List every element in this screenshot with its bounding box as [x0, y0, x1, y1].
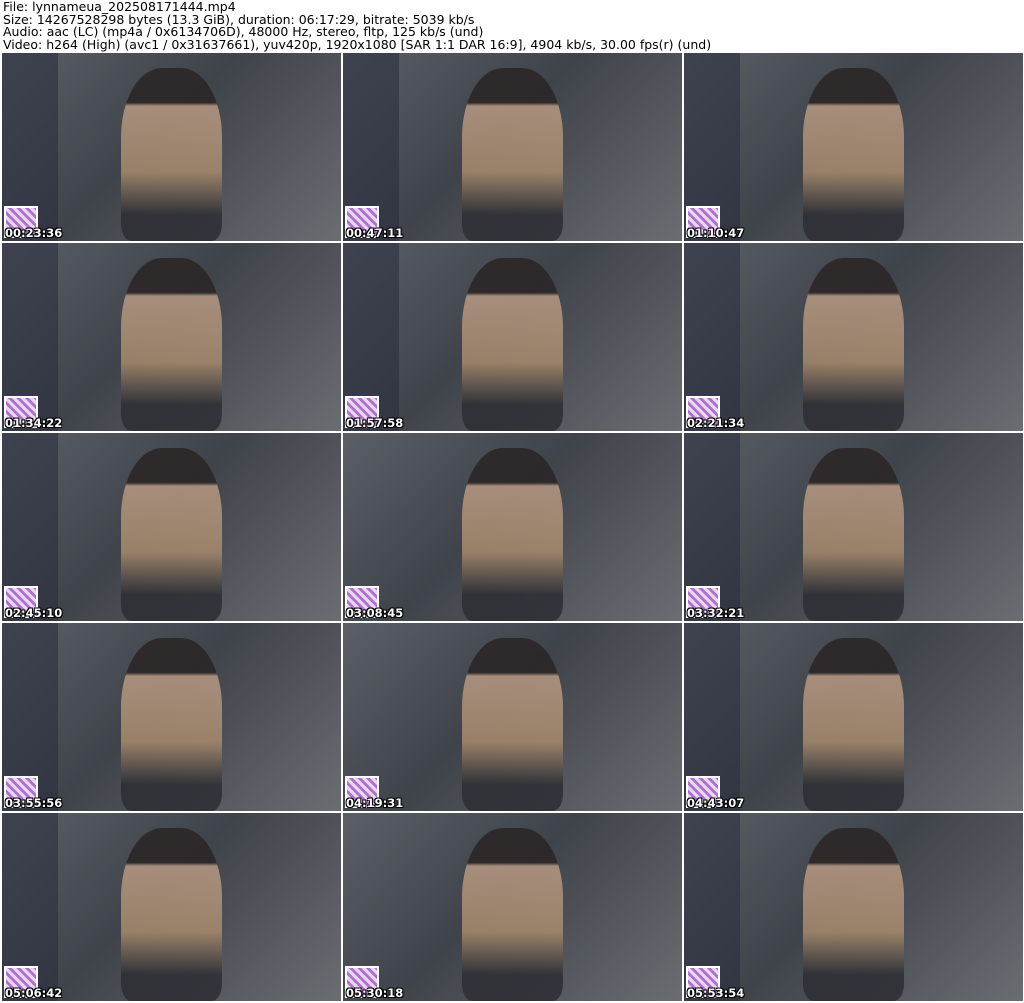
frame-image	[120, 828, 223, 1001]
thumbnail-timestamp: 01:10:47	[687, 226, 745, 240]
video-info: Video: h264 (High) (avc1 / 0x31637661), …	[3, 36, 712, 52]
thumbnail-timestamp: 05:30:18	[346, 986, 404, 1000]
video-thumbnail: 05:06:42	[2, 813, 341, 1001]
frame-image	[802, 638, 905, 811]
frame-image	[461, 638, 564, 811]
thumbnail-timestamp: 04:43:07	[687, 796, 745, 810]
video-thumbnail: 01:10:47	[684, 53, 1023, 241]
frame-image	[120, 638, 223, 811]
video-thumbnail: 05:53:54	[684, 813, 1023, 1001]
frame-image	[802, 448, 905, 621]
thumbnail-timestamp: 00:23:36	[5, 226, 63, 240]
thumbnail-timestamp: 01:34:22	[5, 416, 63, 430]
frame-image	[461, 828, 564, 1001]
frame-image	[120, 448, 223, 621]
thumbnail-timestamp: 05:06:42	[5, 986, 63, 1000]
frame-image	[802, 828, 905, 1001]
frame-image	[120, 258, 223, 431]
video-thumbnail: 05:30:18	[343, 813, 682, 1001]
frame-image	[802, 68, 905, 241]
video-thumbnail: 02:45:10	[2, 433, 341, 621]
frame-image	[802, 258, 905, 431]
video-thumbnail: 03:08:45	[343, 433, 682, 621]
video-thumbnail: 03:55:56	[2, 623, 341, 811]
frame-image	[461, 258, 564, 431]
video-thumbnail: 04:19:31	[343, 623, 682, 811]
video-thumbnail: 03:32:21	[684, 433, 1023, 621]
thumbnail-timestamp: 04:19:31	[346, 796, 404, 810]
video-thumbnail: 02:21:34	[684, 243, 1023, 431]
thumbnail-timestamp: 00:47:11	[346, 226, 404, 240]
thumbnail-timestamp: 03:32:21	[687, 606, 745, 620]
video-thumbnail: 00:47:11	[343, 53, 682, 241]
thumbnail-timestamp: 05:53:54	[687, 986, 745, 1000]
thumbnail-timestamp: 03:08:45	[346, 606, 404, 620]
video-thumbnail: 01:34:22	[2, 243, 341, 431]
video-thumbnail: 01:57:58	[343, 243, 682, 431]
video-thumbnail: 04:43:07	[684, 623, 1023, 811]
thumbnail-timestamp: 03:55:56	[5, 796, 63, 810]
thumbnail-timestamp: 02:21:34	[687, 416, 745, 430]
thumbnail-timestamp: 02:45:10	[5, 606, 63, 620]
frame-image	[461, 68, 564, 241]
file-info-header: File: lynnameua_202508171444.mp4 Size: 1…	[3, 0, 712, 52]
thumbnail-timestamp: 01:57:58	[346, 416, 404, 430]
thumbnail-grid: 00:23:36 00:47:11 01:10:47 01:34:22 01:57:58…	[2, 53, 1023, 1001]
frame-image	[461, 448, 564, 621]
video-thumbnail: 00:23:36	[2, 53, 341, 241]
frame-image	[120, 68, 223, 241]
